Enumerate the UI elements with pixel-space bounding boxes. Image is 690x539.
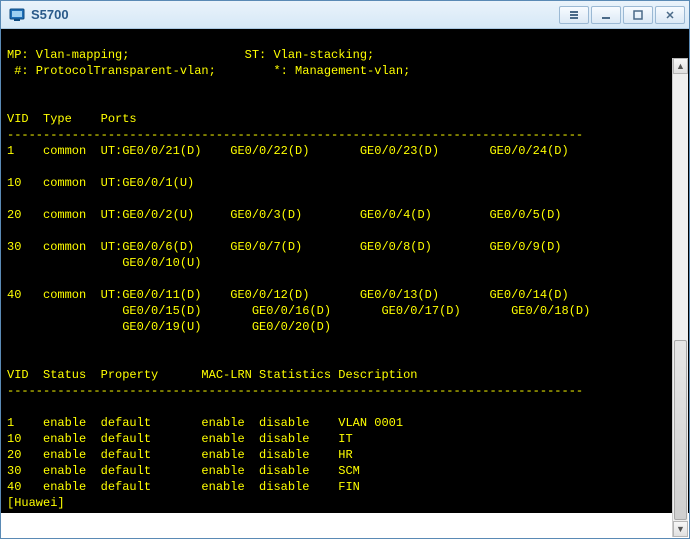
scroll-thumb[interactable] (674, 340, 687, 520)
titlebar[interactable]: S5700 (1, 1, 689, 29)
scroll-down-button[interactable]: ▼ (673, 521, 688, 537)
vertical-scrollbar[interactable]: ▲ ▼ (672, 58, 688, 537)
window-controls (559, 6, 685, 24)
scroll-up-button[interactable]: ▲ (673, 58, 688, 74)
window-title: S5700 (31, 7, 559, 22)
app-icon (9, 7, 25, 23)
app-window: S5700 MP: Vlan-mapping; ST: Vlan-stackin… (0, 0, 690, 539)
scroll-track[interactable] (673, 74, 688, 521)
minimize-button[interactable] (591, 6, 621, 24)
close-button[interactable] (655, 6, 685, 24)
settings-button[interactable] (559, 6, 589, 24)
terminal-output[interactable]: MP: Vlan-mapping; ST: Vlan-stacking; #: … (1, 29, 689, 513)
maximize-button[interactable] (623, 6, 653, 24)
